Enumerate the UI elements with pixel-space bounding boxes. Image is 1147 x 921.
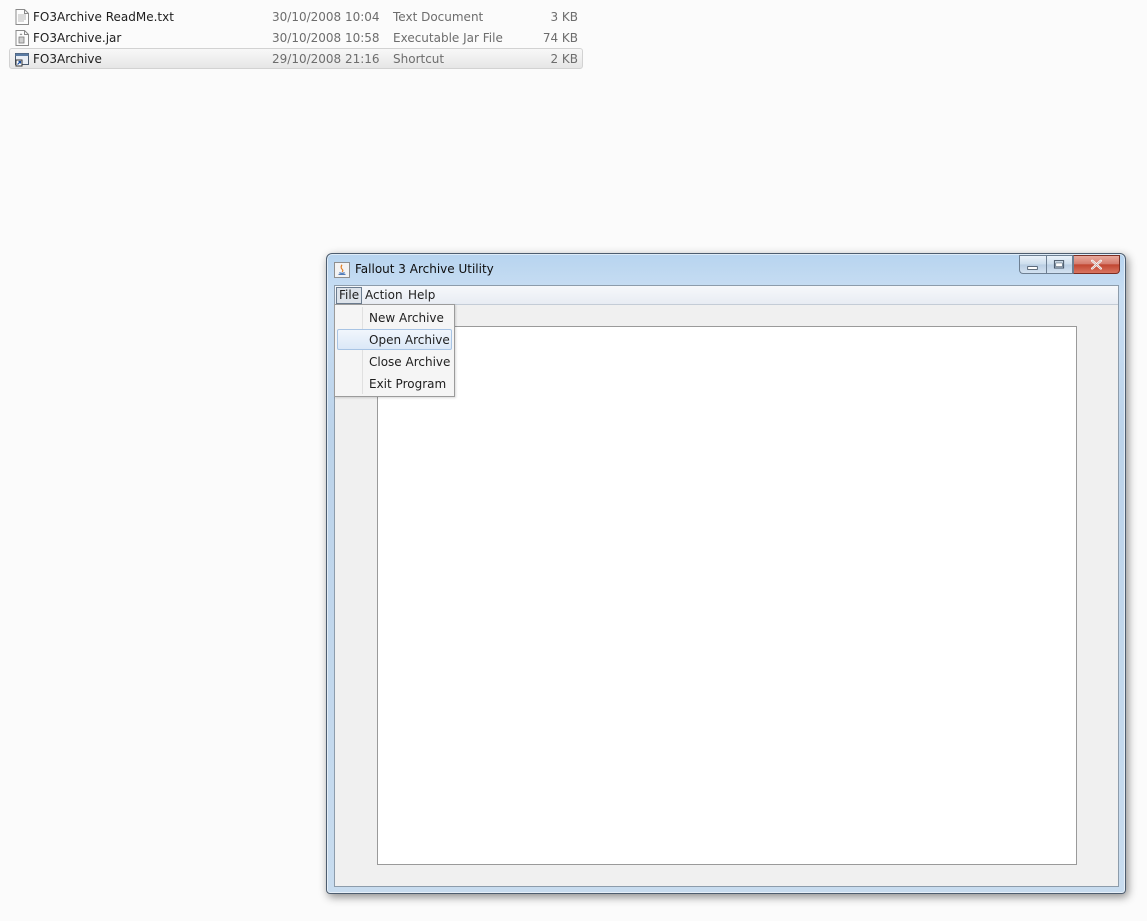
menu-item-exit-program[interactable]: Exit Program — [337, 373, 452, 394]
file-type: Shortcut — [393, 52, 445, 66]
file-size: 74 KB — [542, 31, 578, 45]
window-title: Fallout 3 Archive Utility — [355, 262, 494, 276]
file-size: 3 KB — [550, 10, 578, 24]
menu-bar: File Action Help — [335, 286, 1118, 305]
file-list: FO3Archive ReadMe.txt 30/10/2008 10:04 T… — [0, 0, 600, 80]
close-button[interactable] — [1073, 255, 1120, 274]
minimize-button[interactable] — [1019, 255, 1046, 274]
menu-item-new-archive[interactable]: New Archive — [337, 307, 452, 328]
menu-item-label: New Archive — [369, 311, 444, 325]
close-icon — [1091, 259, 1102, 270]
file-name: FO3Archive ReadMe.txt — [33, 10, 174, 24]
menu-help[interactable]: Help — [405, 287, 438, 304]
file-row-jar[interactable]: FO3Archive.jar 30/10/2008 10:58 Executab… — [9, 27, 583, 48]
menu-item-label: Exit Program — [369, 377, 447, 391]
file-menu-dropdown: New Archive Open Archive Close Archive E… — [334, 304, 455, 397]
menu-item-label: Close Archive — [369, 355, 451, 369]
file-size: 2 KB — [550, 52, 578, 66]
menu-item-label: Open Archive — [369, 333, 450, 347]
file-row-readme[interactable]: FO3Archive ReadMe.txt 30/10/2008 10:04 T… — [9, 6, 583, 27]
file-type: Executable Jar File — [393, 31, 503, 45]
maximize-button[interactable] — [1046, 255, 1073, 274]
java-app-icon — [334, 262, 350, 278]
file-date: 29/10/2008 21:16 — [272, 52, 380, 66]
text-file-icon — [15, 9, 29, 25]
file-date: 30/10/2008 10:04 — [272, 10, 380, 24]
menu-action[interactable]: Action — [362, 287, 406, 304]
file-date: 30/10/2008 10:58 — [272, 31, 380, 45]
menu-item-open-archive[interactable]: Open Archive — [337, 329, 452, 350]
file-name: FO3Archive.jar — [33, 31, 122, 45]
menu-item-close-archive[interactable]: Close Archive — [337, 351, 452, 372]
archive-content-panel[interactable] — [377, 326, 1077, 865]
menu-file[interactable]: File — [336, 287, 363, 304]
jar-file-icon — [15, 30, 29, 46]
file-type: Text Document — [393, 10, 484, 24]
maximize-icon — [1053, 260, 1065, 269]
caption-buttons — [1019, 255, 1120, 274]
file-name: FO3Archive — [33, 52, 102, 66]
minimize-icon — [1027, 266, 1038, 270]
file-row-shortcut[interactable]: FO3Archive 29/10/2008 21:16 Shortcut 2 K… — [9, 48, 583, 69]
shortcut-icon — [15, 53, 29, 67]
